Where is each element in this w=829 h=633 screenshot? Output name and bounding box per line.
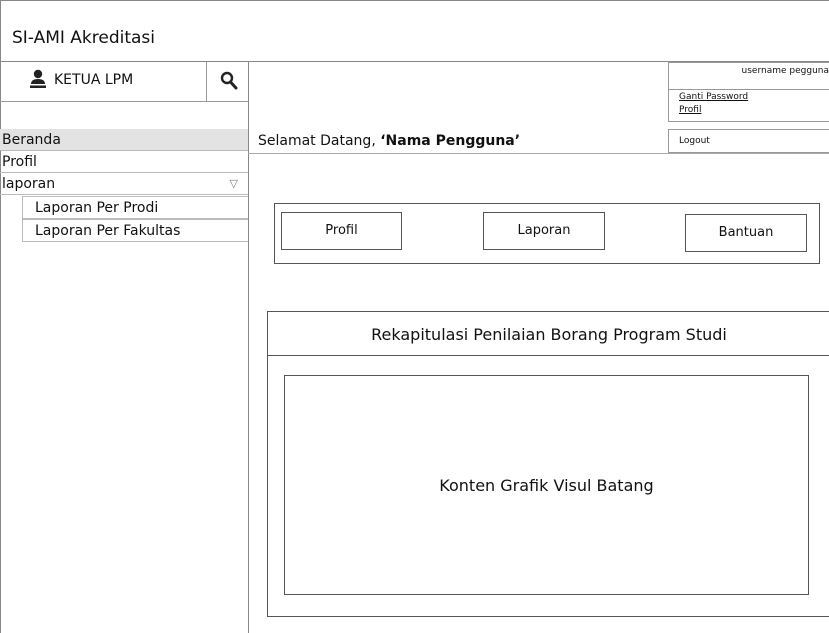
logout-button[interactable]: Logout [668,129,829,153]
sidebar-item-label: Beranda [2,132,61,148]
user-role-label: KETUA LPM [54,72,134,88]
chart-placeholder: Konten Grafik Visul Batang [284,375,809,595]
welcome-prefix: Selamat Datang, [258,133,381,149]
sidebar-item-laporan[interactable]: laporan ▽ [0,173,248,195]
sidebar-item-beranda[interactable]: Beranda [0,129,248,151]
logout-label: Logout [679,136,710,146]
search-button[interactable] [207,62,248,102]
welcome-divider [248,153,829,154]
sidebar-divider [248,62,249,633]
username-display: username pegguna [668,62,829,90]
sidebar-subitem-laporan-prodi[interactable]: Laporan Per Prodi [22,196,248,219]
sidebar-item-profil[interactable]: Profil [0,151,248,173]
laporan-button[interactable]: Laporan [483,212,605,250]
app-title: SI-AMI Akreditasi [12,28,156,48]
welcome-message: Selamat Datang, ‘Nama Pengguna’ [258,133,520,149]
user-role-box[interactable]: KETUA LPM [0,62,207,102]
account-links: Ganti Password Profil [668,90,829,122]
user-icon [30,69,46,88]
username-label: username pegguna [741,66,829,76]
chevron-down-icon: ▽ [229,177,238,190]
rekap-panel: Rekapitulasi Penilaian Borang Program St… [267,311,829,617]
sidebar-subitem-label: Laporan Per Fakultas [35,223,181,239]
sidebar-subitem-label: Laporan Per Prodi [35,200,159,216]
rekap-title: Rekapitulasi Penilaian Borang Program St… [268,312,829,356]
change-password-link[interactable]: Ganti Password [679,92,748,102]
search-icon [220,71,238,90]
bantuan-button[interactable]: Bantuan [685,214,807,252]
sidebar-item-label: Profil [2,154,37,170]
user-display-name: ‘Nama Pengguna’ [380,133,521,149]
sidebar-item-label: laporan [2,176,56,192]
sidebar-subitem-laporan-fakultas[interactable]: Laporan Per Fakultas [22,219,248,242]
profil-button[interactable]: Profil [281,212,402,250]
profile-link[interactable]: Profil [679,105,701,115]
